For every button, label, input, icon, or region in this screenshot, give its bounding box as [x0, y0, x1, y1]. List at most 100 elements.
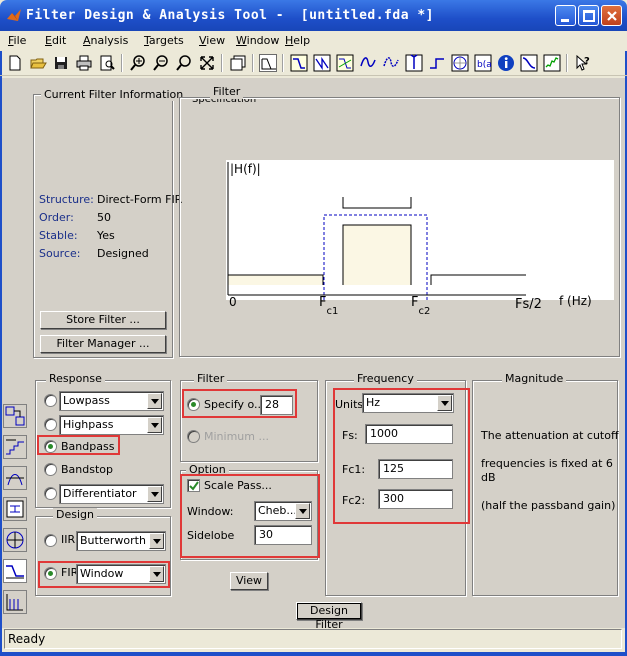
impulse-response-icon[interactable]	[405, 54, 423, 72]
bandstop-radio[interactable]	[44, 463, 57, 476]
toolbar-separator	[282, 54, 284, 72]
lowpass-value: Lowpass	[63, 394, 110, 407]
menu-view[interactable]: View	[199, 34, 225, 47]
differentiator-value: Differentiator	[63, 487, 137, 500]
source-label: Source:	[39, 247, 81, 260]
source-value: Designed	[97, 247, 149, 260]
menu-analysis[interactable]: Analysis	[83, 34, 128, 47]
title-bar: Filter Design & Analysis Tool - [untitle…	[0, 0, 627, 31]
realize-model-icon[interactable]	[3, 497, 27, 521]
svg-text:b(a): b(a)	[477, 60, 492, 70]
step-response-icon[interactable]	[428, 54, 446, 72]
toolbar-separator	[252, 54, 254, 72]
status-bar: Ready	[4, 629, 622, 649]
pole-zero-editor-icon[interactable]	[3, 466, 27, 490]
iir-label[interactable]: IIR	[61, 533, 75, 546]
filter-specs-icon[interactable]	[259, 54, 277, 72]
highpass-select[interactable]: Highpass	[59, 415, 164, 435]
filter-order-legend-text: Filter	[197, 372, 225, 385]
response-type-legend-text: Response	[49, 372, 102, 385]
group-delay-icon[interactable]	[359, 54, 377, 72]
filter-order-legend: Filter	[194, 372, 228, 385]
differentiator-radio[interactable]	[44, 487, 57, 500]
iir-radio[interactable]	[44, 534, 57, 547]
new-window-icon[interactable]	[229, 54, 247, 72]
new-icon[interactable]	[6, 54, 24, 72]
menu-file[interactable]: File	[8, 34, 26, 47]
toolbar: b(a) ?	[0, 51, 627, 76]
zoom-out-icon[interactable]	[152, 54, 170, 72]
magnitude-response-icon[interactable]	[290, 54, 308, 72]
design-filter-label: Design Filter	[297, 603, 361, 631]
set-quantization-icon[interactable]	[3, 435, 27, 459]
tick-fc2: Fc2	[411, 295, 430, 317]
lowpass-radio[interactable]	[44, 394, 57, 407]
filter-spec-legend-line2: Specification	[192, 99, 256, 104]
matlab-icon	[7, 9, 21, 21]
store-filter-button[interactable]: Store Filter ...	[40, 311, 166, 329]
highpass-radio[interactable]	[44, 418, 57, 431]
toolbar-separator	[121, 54, 123, 72]
magnitude-phase-icon[interactable]	[336, 54, 354, 72]
chevron-down-icon	[149, 533, 164, 549]
filter-order-highlight	[182, 389, 297, 418]
magnitude-estimate-icon[interactable]	[520, 54, 538, 72]
window-title: Filter Design & Analysis Tool - [untitle…	[26, 8, 435, 23]
filter-manager-button[interactable]: Filter Manager ...	[40, 335, 166, 353]
zoom-x-icon[interactable]	[175, 54, 193, 72]
iir-method-select[interactable]: Butterworth	[76, 531, 166, 551]
phase-response-icon[interactable]	[313, 54, 331, 72]
print-icon[interactable]	[75, 54, 93, 72]
passband-upper-line	[342, 197, 412, 209]
print-preview-icon[interactable]	[98, 54, 116, 72]
order-value: 50	[97, 211, 111, 224]
sidebar	[2, 404, 29, 626]
window-frame-bottom	[0, 652, 627, 656]
stopband-region-left	[228, 275, 323, 285]
minimum-order-radio[interactable]	[187, 430, 200, 443]
open-icon[interactable]	[29, 54, 47, 72]
phase-delay-icon[interactable]	[382, 54, 400, 72]
minimum-order-label[interactable]: Minimum ...	[204, 430, 269, 443]
magnitude-text-line1: The attenuation at cutoff	[481, 429, 619, 442]
options-highlight	[180, 474, 320, 558]
close-button[interactable]	[601, 5, 622, 26]
import-filter-icon[interactable]	[3, 528, 27, 552]
menu-help[interactable]: Help	[285, 34, 310, 47]
highpass-value: Highpass	[63, 418, 114, 431]
full-view-icon[interactable]	[198, 54, 216, 72]
design-method-legend: Design	[53, 508, 97, 521]
frequency-spec-legend-text: Frequency	[357, 372, 414, 385]
toolbar-separator	[221, 54, 223, 72]
whats-this-icon[interactable]: ?	[574, 54, 592, 72]
filter-info-icon[interactable]	[497, 54, 515, 72]
design-filter-side-icon[interactable]	[3, 559, 27, 583]
menu-window[interactable]: Window	[236, 34, 279, 47]
noise-power-icon[interactable]	[543, 54, 561, 72]
save-icon[interactable]	[52, 54, 70, 72]
svg-text:?: ?	[584, 56, 590, 67]
minimize-button[interactable]	[555, 5, 576, 26]
zoom-in-icon[interactable]	[129, 54, 147, 72]
frequency-spec-legend: Frequency	[354, 372, 417, 385]
structure-value: Direct-Form FIR	[97, 193, 183, 206]
bandstop-label[interactable]: Bandstop	[61, 463, 113, 476]
lowpass-select[interactable]: Lowpass	[59, 391, 164, 411]
view-button[interactable]: View	[230, 572, 268, 590]
order-label: Order:	[39, 211, 74, 224]
multirate-design-icon[interactable]	[3, 590, 27, 614]
design-filter-button[interactable]: Design Filter	[296, 602, 362, 631]
pole-zero-icon[interactable]	[451, 54, 469, 72]
magnitude-text-line2: frequencies is fixed at 6	[481, 457, 613, 470]
menu-edit[interactable]: Edit	[45, 34, 66, 47]
filter-coefficients-icon[interactable]: b(a)	[474, 54, 495, 72]
transform-filter-icon[interactable]	[3, 404, 27, 428]
menu-targets[interactable]: Targets	[144, 34, 184, 47]
close-icon	[607, 11, 617, 21]
tick-fc1-sub: c1	[326, 306, 339, 317]
magnitude-spec-legend-text: Magnitude	[505, 372, 564, 385]
maximize-button[interactable]	[578, 5, 599, 26]
design-method-legend-text: Design	[56, 508, 94, 521]
menu-bar: File Edit Analysis Targets View Window H…	[0, 31, 627, 51]
differentiator-select[interactable]: Differentiator	[59, 484, 164, 504]
